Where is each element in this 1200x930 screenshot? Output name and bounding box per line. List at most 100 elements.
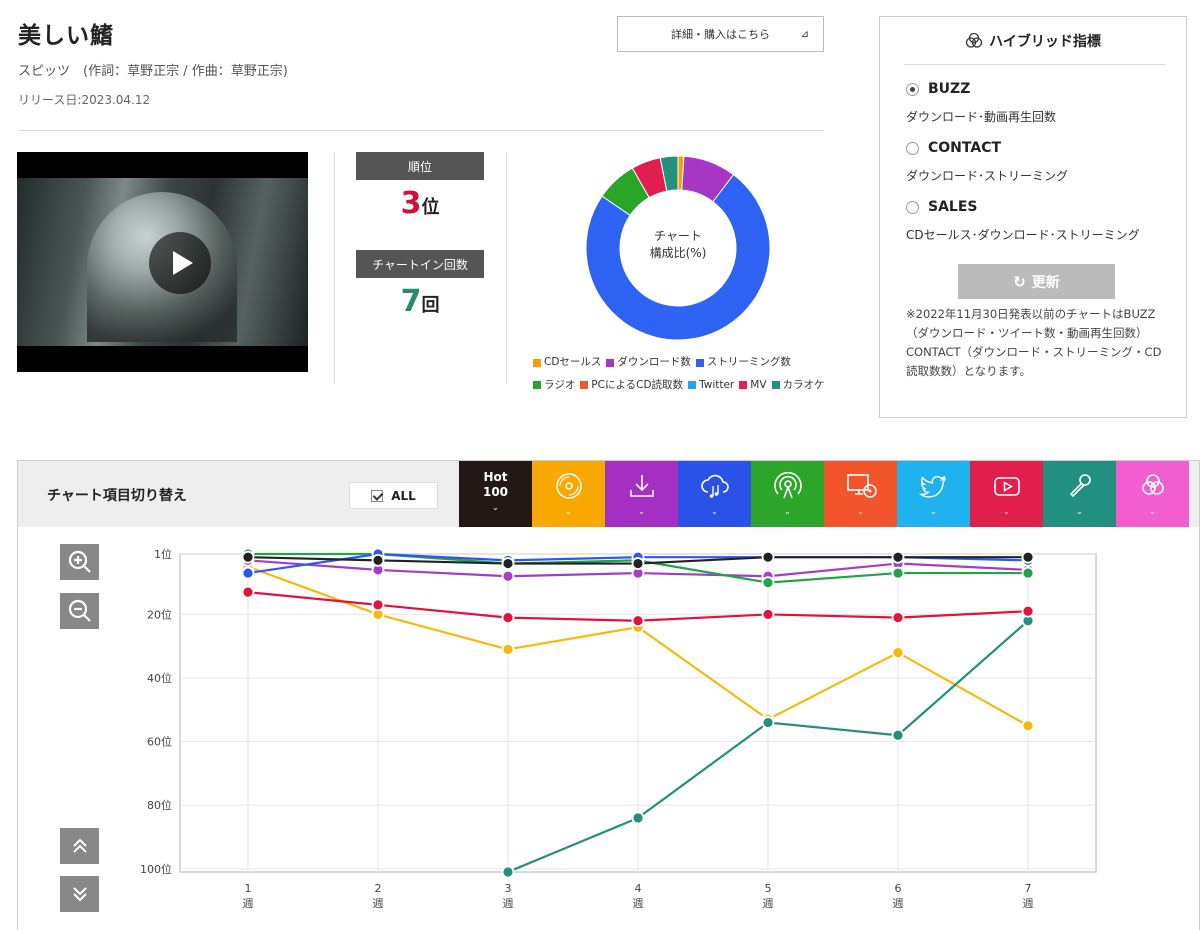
data-point-karaoke[interactable] (501, 865, 515, 879)
cd-icon (553, 470, 585, 502)
data-point-cd[interactable] (1021, 719, 1035, 733)
legend-label: ラジオ (544, 378, 576, 391)
legend-item: PCによるCD読取数 (580, 375, 683, 396)
legend-item: ストリーミング数 (695, 352, 791, 373)
radio-buzz-indicator (906, 82, 919, 96)
hot100-line2: 100 (482, 485, 509, 499)
tab-download[interactable]: ⌄ (605, 461, 678, 527)
data-point-mv[interactable] (501, 611, 515, 624)
data-point-mv[interactable] (371, 598, 385, 612)
data-point-streaming[interactable] (241, 566, 255, 580)
data-point-karaoke[interactable] (761, 716, 775, 729)
release-date: リリース日:2023.04.12 (18, 93, 151, 107)
x-tick-label: 7 (1025, 882, 1032, 895)
chart-switch-label: チャート項目切り替え (47, 488, 187, 504)
data-point-cd[interactable] (891, 646, 905, 659)
tab-twitter[interactable]: ⌄ (897, 461, 970, 527)
radio-buzz[interactable]: BUZZ (906, 81, 970, 97)
x-tick-unit: 週 (893, 897, 904, 910)
rank-unit: 位 (421, 197, 440, 218)
legend-label: ストリーミング数 (706, 356, 791, 368)
chevron-down-icon: ⌄ (930, 507, 937, 516)
legend-item: ダウンロード数 (606, 352, 691, 373)
legend-label: MV (750, 378, 767, 391)
tab-pc-cd-read[interactable]: ⌄ (824, 461, 897, 527)
rank-value: 3 (400, 186, 422, 221)
data-point-hot100[interactable] (501, 557, 515, 570)
chartin-label: チャートイン回数 (356, 250, 484, 278)
stats-divider-left (334, 152, 335, 384)
play-button[interactable] (149, 232, 211, 294)
hybrid-icon (1137, 470, 1169, 502)
update-label: 更新 (1031, 274, 1060, 291)
zoom-in-button[interactable] (60, 544, 99, 580)
tab-mv[interactable]: ⌄ (970, 461, 1043, 527)
x-tick-unit: 週 (373, 897, 384, 910)
hybrid-icon (965, 32, 983, 48)
data-point-mv[interactable] (761, 608, 775, 621)
data-point-radio[interactable] (891, 566, 905, 580)
update-button[interactable]: ↻ 更新 (958, 264, 1115, 299)
donut-center-line2: 構成比(%) (649, 246, 707, 260)
data-point-hot100[interactable] (761, 550, 775, 564)
x-tick-label: 3 (505, 882, 512, 895)
y-tick-label: 100位 (140, 862, 172, 876)
data-point-hot100[interactable] (631, 557, 645, 570)
donut-center-label: チャート 構成比(%) (585, 228, 771, 262)
data-point-mv[interactable] (631, 614, 645, 628)
detail-purchase-button[interactable]: 詳細・購入はこちら ⊿ (617, 16, 824, 52)
legend-swatch (688, 381, 697, 389)
download-icon (626, 470, 658, 502)
data-point-cd[interactable] (501, 643, 515, 656)
data-point-karaoke[interactable] (631, 811, 645, 825)
double-chevron-up-icon (72, 838, 87, 853)
radio-contact[interactable]: CONTACT (906, 140, 1001, 156)
data-point-mv[interactable] (891, 611, 905, 624)
x-tick-label: 2 (375, 882, 382, 895)
data-point-hot100[interactable] (241, 550, 255, 564)
x-tick-label: 6 (895, 882, 902, 895)
external-arrow-icon: ⊿ (800, 29, 809, 40)
data-point-karaoke[interactable] (891, 728, 905, 742)
x-tick-label: 4 (635, 882, 642, 895)
double-chevron-down-icon (72, 887, 87, 902)
tab-hybrid[interactable]: ⌄ (1116, 461, 1189, 527)
data-point-radio[interactable] (761, 576, 775, 590)
scroll-down-button[interactable] (60, 876, 99, 912)
legend-swatch (606, 358, 615, 367)
data-point-radio[interactable] (1021, 566, 1035, 580)
zoom-out-button[interactable] (60, 593, 99, 629)
data-point-hot100[interactable] (1021, 550, 1035, 564)
scroll-up-button[interactable] (60, 828, 99, 864)
tab-cd-sales[interactable]: ⌄ (532, 461, 605, 527)
chevron-down-icon: ⌄ (1076, 507, 1083, 516)
y-tick-label: 20位 (147, 607, 172, 621)
legend-label: CDセールス (544, 356, 602, 368)
data-point-download[interactable] (501, 569, 515, 583)
radio-sales-label: SALES (928, 199, 978, 215)
streaming-icon (699, 470, 731, 502)
y-tick-label: 80位 (147, 798, 172, 812)
zoom-in-icon (68, 550, 91, 573)
video-thumbnail[interactable] (17, 152, 308, 372)
tab-karaoke[interactable]: ⌄ (1043, 461, 1116, 527)
legend-swatch (533, 381, 541, 389)
hybrid-title-text: ハイブリッド指標 (989, 34, 1101, 50)
chartin-value-block: 7回 (356, 284, 484, 319)
radio-sales[interactable]: SALES (906, 199, 978, 215)
legend-item: MV (739, 375, 767, 396)
hybrid-title: ハイブリッド指標 (880, 31, 1186, 51)
tab-streaming[interactable]: ⌄ (678, 461, 751, 527)
chevron-down-icon: ⌄ (638, 507, 645, 516)
all-checkbox[interactable]: ALL (349, 482, 438, 509)
data-point-mv[interactable] (1021, 604, 1035, 618)
data-point-mv[interactable] (241, 585, 255, 599)
chevron-down-icon: ⌄ (492, 503, 499, 512)
tab-radio[interactable]: ⌄ (751, 461, 824, 527)
x-tick-unit: 週 (503, 897, 514, 910)
data-point-hot100[interactable] (891, 550, 905, 564)
radio-buzz-desc: ダウンロード･動画再生回数 (906, 110, 1057, 124)
tab-hot100[interactable]: Hot 100 ⌄ (459, 461, 532, 527)
data-point-hot100[interactable] (371, 553, 385, 567)
y-tick-label: 1位 (154, 547, 172, 561)
